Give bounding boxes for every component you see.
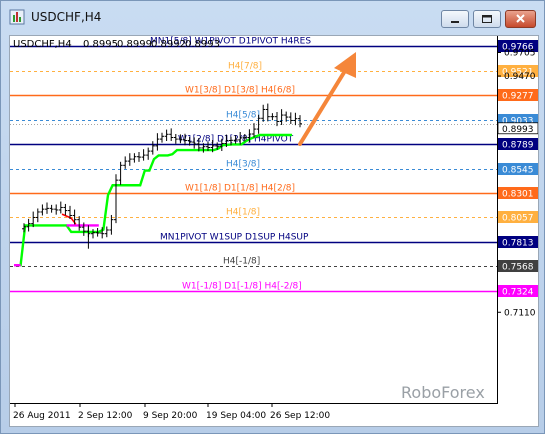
level-label: W1[-1/8] D1[-1/8] H4[-2/8] [182, 282, 302, 292]
time-tick-label: 9 Sep 20:00 [143, 411, 198, 421]
svg-text:0.8057: 0.8057 [502, 214, 534, 224]
svg-text:0.8993: 0.8993 [502, 125, 534, 135]
candle [118, 161, 123, 185]
current-price-box: 0.8993 [497, 122, 538, 135]
price-ticks: 0.9705 0.9470 0.8993 0.7110 [497, 49, 538, 318]
close-icon [516, 14, 525, 23]
price-level-box: 0.8057 [498, 211, 538, 224]
ohlc-values: 0.8995 0.8999 0.8992 0.8993 [83, 39, 220, 50]
svg-text:0.7568: 0.7568 [502, 263, 534, 273]
candle [54, 204, 59, 215]
level-label: MN1PIVOT W1SUP D1SUP H4SUP [160, 233, 309, 243]
price-tick-label: 0.9470 [504, 72, 536, 82]
candle [49, 204, 54, 213]
level-label: H4[3/8] [226, 160, 260, 170]
svg-text:0.9277: 0.9277 [502, 92, 534, 102]
candle [150, 141, 155, 155]
svg-text:0.8789: 0.8789 [502, 141, 534, 151]
time-tick-label: 26 Sep 12:00 [270, 411, 330, 421]
ohlc-close: 0.8993 [185, 39, 220, 50]
minimize-button[interactable] [441, 10, 469, 28]
candle [40, 204, 45, 216]
forecast-arrow [298, 52, 356, 146]
restore-icon [482, 15, 492, 23]
forecast-arrow-line [298, 64, 350, 146]
time-axis: 26 Aug 2011 2 Sep 12:00 9 Sep 20:00 19 Sep … [13, 403, 330, 421]
level-label: H4[1/8] [226, 208, 260, 218]
candle [164, 129, 169, 141]
ohlc-high: 0.8999 [117, 39, 152, 50]
price-level-box: 0.7324 [498, 285, 538, 298]
price-level-box: 0.7568 [498, 260, 538, 273]
chart-window: USDCHF,H4 MN1[5/8] W1PIVOT D1PIVOT H4RES… [0, 0, 545, 434]
price-tick-label: 0.9705 [504, 49, 536, 59]
candle [72, 209, 77, 225]
watermark: RoboForex [401, 383, 485, 402]
window-title: USDCHF,H4 [31, 10, 102, 24]
price-tick-label: 0.7110 [504, 308, 536, 318]
candle [155, 133, 160, 151]
price-level-box: 0.8545 [498, 163, 538, 176]
price-level-box: 0.7813 [498, 236, 538, 249]
candle [123, 156, 128, 169]
symbol-label: USDCHF,H4 [13, 39, 72, 50]
title-bar[interactable]: USDCHF,H4 [1, 1, 544, 35]
candle [91, 229, 95, 239]
price-level-box: 0.9277 [498, 89, 538, 102]
close-button[interactable] [505, 10, 536, 28]
candle [160, 132, 164, 143]
svg-text:0.7324: 0.7324 [502, 288, 534, 298]
candle [270, 113, 275, 121]
candle [77, 216, 82, 231]
level-label: H4[-1/8] [223, 257, 260, 267]
ohlc-open: 0.8995 [83, 39, 118, 50]
candle [63, 203, 68, 216]
price-level-box: 0.8789 [498, 138, 538, 151]
candle [45, 202, 49, 214]
level-label: H4[7/8] [228, 62, 262, 72]
restore-button[interactable] [473, 10, 501, 28]
candle [132, 153, 137, 163]
chart-plot-area[interactable]: MN1[5/8] W1PIVOT D1PIVOT H4RES 0.9766 H4[7… [9, 35, 539, 427]
candle [146, 147, 151, 160]
chart-icon [9, 9, 25, 25]
candle [288, 112, 293, 124]
candle [275, 111, 279, 127]
price-level-box: 0.8301 [498, 187, 538, 200]
candle [137, 152, 141, 162]
candle [298, 115, 302, 128]
candle [141, 149, 146, 161]
level-label: H4[5/8] [226, 111, 260, 121]
price-chart[interactable]: MN1[5/8] W1PIVOT D1PIVOT H4RES0.9766H4[7… [10, 36, 539, 427]
candle [127, 153, 132, 166]
level-label: W1[3/8] D1[3/8] H4[6/8] [185, 86, 295, 96]
candle [35, 208, 40, 223]
candle [279, 109, 284, 125]
candles [22, 103, 302, 249]
svg-text:0.7813: 0.7813 [502, 239, 534, 249]
ma-line [16, 133, 292, 267]
svg-text:0.8301: 0.8301 [502, 190, 534, 200]
ohlc-low: 0.8992 [151, 39, 186, 50]
candle [265, 103, 270, 122]
candle [293, 112, 298, 126]
candle [58, 201, 63, 214]
svg-text:0.8545: 0.8545 [502, 166, 534, 176]
candle [114, 174, 118, 224]
minimize-icon [451, 21, 459, 23]
murrey-levels: MN1[5/8] W1PIVOT D1PIVOT H4RES0.9766H4[7… [10, 37, 538, 298]
candle [169, 128, 174, 141]
candle [261, 104, 266, 122]
time-tick-label: 19 Sep 04:00 [206, 411, 266, 421]
time-tick-label: 26 Aug 2011 [13, 411, 71, 421]
candle [104, 226, 109, 238]
time-tick-label: 2 Sep 12:00 [78, 411, 133, 421]
level-label: W1[1/8] D1[1/8] H4[2/8] [185, 184, 295, 194]
